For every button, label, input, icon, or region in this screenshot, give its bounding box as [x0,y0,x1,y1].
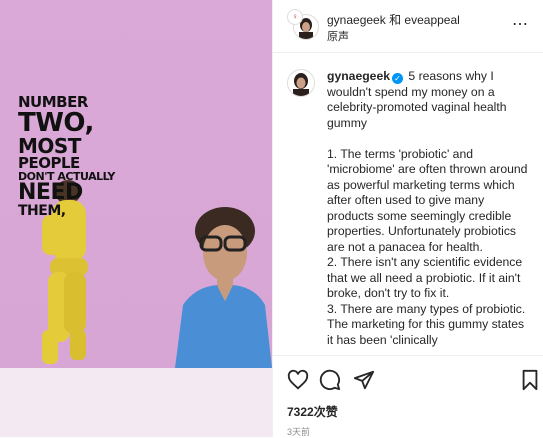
coauthor-logo-icon[interactable]: ♀ [287,9,303,25]
likes-count[interactable]: 7322次赞 [287,403,338,420]
connector-text: 和 [389,13,402,27]
post-timestamp[interactable]: 3天前 [287,425,310,438]
overlay-line: PEOPLE [18,154,80,172]
caption-area: gynaegeek ✓ 5 reasons why I wouldn't spen… [273,53,543,355]
post-sidebar: ♀ gynaegeek 和 eveappeal 原声 ⋯ gynaegeek ✓ … [273,0,543,437]
caption-line: 3. There are many types of probiotic. Th… [327,301,526,347]
author-names: gynaegeek 和 eveappeal [327,11,460,28]
heart-icon[interactable] [287,369,309,391]
post-caption: gynaegeek ✓ 5 reasons why I wouldn't spen… [327,69,531,348]
author-link[interactable]: gynaegeek [327,13,386,27]
verified-badge-icon: ✓ [392,73,404,84]
more-options-icon[interactable]: ⋯ [512,14,529,34]
overlay-line: MOST [18,134,81,158]
caption-username[interactable]: gynaegeek [327,69,390,83]
action-bar: 7322次赞 3天前 [273,355,543,438]
caption-line: 1. The terms 'probiotic' and 'microbiome… [327,146,528,254]
video-text-overlay: NUMBER TWO, MOST PEOPLE DON'T ACTUALLY N… [18,95,115,219]
post-header: ♀ gynaegeek 和 eveappeal 原声 ⋯ [273,0,543,53]
coauthor-link[interactable]: eveappeal [404,13,459,27]
audio-label[interactable]: 原声 [327,28,349,44]
caption-avatar[interactable] [287,69,315,97]
media-footer-area [0,368,272,437]
comment-icon[interactable] [319,369,341,391]
overlay-line: NEED [18,180,83,205]
post-media[interactable]: NUMBER TWO, MOST PEOPLE DON'T ACTUALLY N… [0,0,272,437]
send-icon[interactable] [353,369,375,391]
bookmark-icon[interactable] [519,369,541,391]
overlay-line: TWO, [18,108,94,138]
woman-blue-shirt-figure [175,207,272,368]
caption-line: 2. There isn't any scientific evidence t… [327,255,523,300]
overlay-line: THEM, [18,203,66,219]
